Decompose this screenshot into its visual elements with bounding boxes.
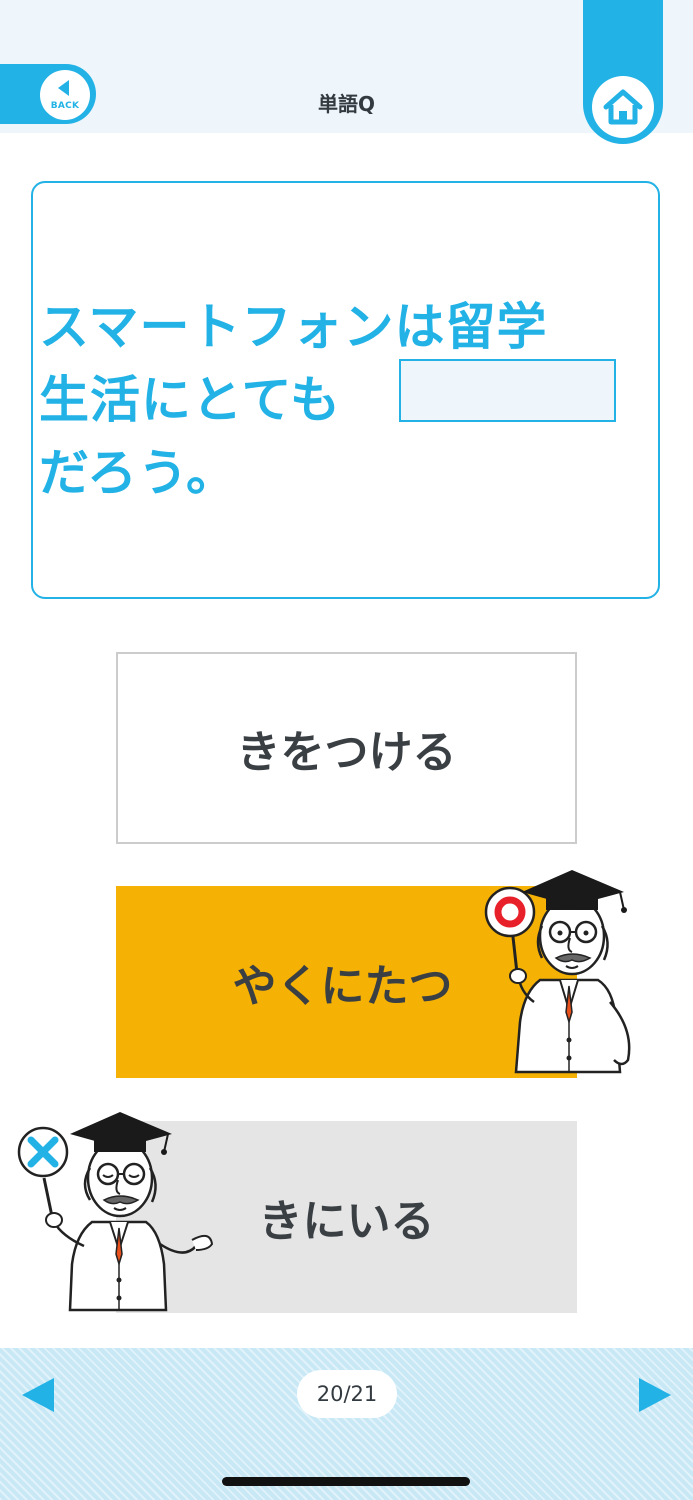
prev-arrow-icon[interactable] (22, 1378, 54, 1412)
choice-button[interactable]: きをつける (116, 652, 577, 844)
choice-label: やくにたつ (232, 961, 453, 1012)
professor-correct-illustration (484, 870, 631, 1074)
page-indicator: 20/21 (297, 1370, 397, 1418)
choice-label: きをつける (236, 727, 457, 778)
choice-label: きにいる (258, 1196, 435, 1247)
professor-incorrect-illustration (17, 1112, 214, 1312)
home-indicator[interactable] (222, 1477, 470, 1486)
answer-blank (399, 359, 616, 422)
question-line-1: スマートフォンは留学 (39, 298, 548, 356)
question-line-2: 生活にとても (39, 371, 341, 429)
question-line-3: だろう。 (39, 444, 237, 502)
home-icon (603, 89, 643, 125)
next-arrow-icon[interactable] (639, 1378, 671, 1412)
